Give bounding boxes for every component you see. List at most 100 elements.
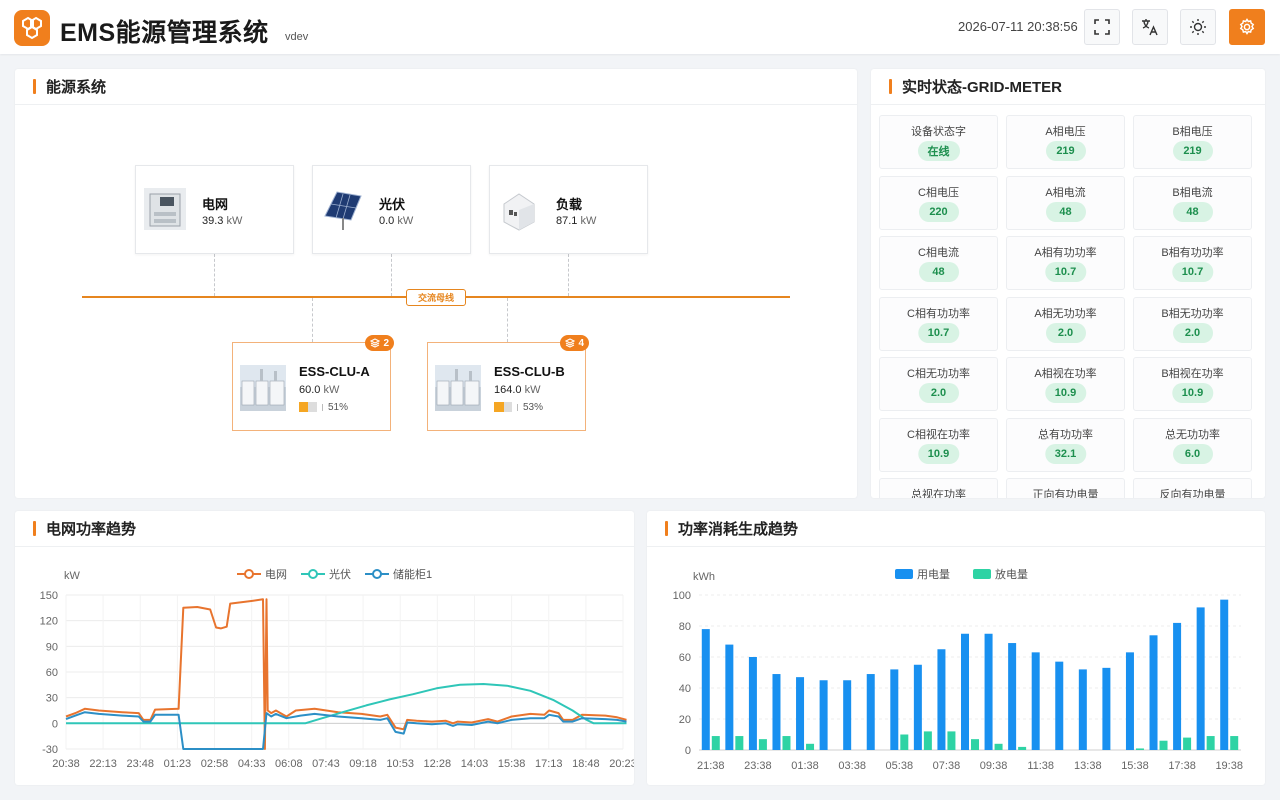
consumption-bar xyxy=(961,633,969,750)
discharge-bar xyxy=(900,734,909,750)
realtime-metric-card: B相电压 219 xyxy=(1133,115,1252,169)
x-tick-label: 19:38 xyxy=(1215,760,1243,772)
realtime-status-header: 实时状态-GRID-METER xyxy=(871,69,1265,105)
metric-value-badge: 10.9 xyxy=(1044,383,1087,403)
metric-value-badge: 2.0 xyxy=(918,383,959,403)
ess-a-soc-fill xyxy=(299,402,309,412)
consumption-bar xyxy=(1078,669,1087,750)
ess-b-cluster-badge[interactable]: 4 xyxy=(560,335,589,351)
realtime-metric-card: A相电流 48 xyxy=(1006,175,1125,230)
x-tick-label: 23:38 xyxy=(744,760,772,772)
x-tick-label: 18:48 xyxy=(572,758,600,770)
consumption-bar xyxy=(772,674,781,750)
title-accent-bar xyxy=(665,521,668,536)
realtime-metric-card: A相无功功率 2.0 xyxy=(1006,296,1125,351)
legend-marker xyxy=(244,569,254,579)
discharge-bar xyxy=(1183,737,1192,750)
x-tick-label: 01:23 xyxy=(164,758,192,770)
load-node-name: 负载 xyxy=(556,197,583,212)
ess-b-soc-text: 53% xyxy=(523,402,544,413)
title-accent-bar xyxy=(33,521,36,536)
discharge-bar xyxy=(923,731,932,750)
y-tick-label: 60 xyxy=(46,667,58,679)
realtime-metric-card: 正向有功电量 xyxy=(1006,478,1125,498)
ess-a-cluster-badge[interactable]: 2 xyxy=(365,335,394,351)
realtime-metric-card: 总有功功率 32.1 xyxy=(1006,417,1125,472)
ess-a-badge-count: 2 xyxy=(383,337,389,349)
soc-separator xyxy=(517,404,518,411)
realtime-metric-card: 设备状态字 在线 xyxy=(879,115,998,169)
discharge-bar xyxy=(971,739,979,750)
metric-label: A相无功功率 xyxy=(1034,307,1097,320)
y-axis-label: kW xyxy=(64,570,81,582)
metric-label: B相电压 xyxy=(1172,126,1213,138)
ess-node-a[interactable]: ESS-CLU-A 60.0 kW 51% 2 xyxy=(232,335,394,431)
discharge-bar xyxy=(1206,736,1215,750)
x-tick-label: 09:18 xyxy=(349,758,377,770)
ess-b-name: ESS-CLU-B xyxy=(494,364,565,379)
settings-button[interactable] xyxy=(1229,9,1265,45)
metric-label: B相电流 xyxy=(1172,186,1213,199)
x-tick-label: 13:38 xyxy=(1074,760,1102,772)
x-tick-label: 22:13 xyxy=(89,758,117,770)
grid-power-line-chart: -30 0 30 60 90 120 150 20:38 22:13 23:48 01:23 02:5… xyxy=(40,567,634,770)
y-tick-label: 80 xyxy=(679,621,691,633)
series-line-1 xyxy=(65,598,627,750)
solar-panel-icon xyxy=(324,191,362,230)
app-version: vdev xyxy=(285,31,309,43)
grid-node[interactable]: 电网 39.3 kW xyxy=(135,165,294,254)
realtime-metric-card: C相视在功率 10.9 xyxy=(879,417,998,472)
metric-label: 总有功功率 xyxy=(1038,428,1093,441)
translate-icon xyxy=(1142,19,1158,36)
discharge-bar xyxy=(1159,740,1168,750)
connector-line xyxy=(568,254,569,296)
pv-node[interactable]: 光伏 0.0 kW xyxy=(312,165,471,254)
x-tick-label: 11:38 xyxy=(1027,760,1054,772)
y-tick-label: -30 xyxy=(42,744,58,756)
y-axis-label: kWh xyxy=(693,571,715,583)
soc-separator xyxy=(322,404,323,411)
logo-icon xyxy=(14,10,50,46)
series-line-3 xyxy=(65,711,627,750)
consumption-bar xyxy=(1125,652,1134,750)
metric-label: C相有功功率 xyxy=(907,307,970,320)
metric-label: B相有功功率 xyxy=(1161,247,1224,259)
consumption-bar xyxy=(1149,635,1158,750)
fullscreen-button[interactable] xyxy=(1084,9,1120,45)
consumption-bar xyxy=(843,680,852,750)
legend-marker xyxy=(372,569,382,579)
house-load-icon xyxy=(503,193,535,231)
discharge-bar xyxy=(758,739,767,750)
metric-value-badge: 2.0 xyxy=(1172,322,1213,343)
discharge-bar xyxy=(994,743,1003,750)
realtime-metric-card: 总无功功率 6.0 xyxy=(1133,417,1252,472)
discharge-bar xyxy=(735,736,744,750)
y-tick-label: 90 xyxy=(46,641,58,653)
realtime-metric-card: B相电流 48 xyxy=(1133,175,1252,230)
metric-label: 总无功功率 xyxy=(1165,428,1220,441)
x-tick-label: 15:38 xyxy=(1121,760,1149,772)
theme-toggle-button[interactable] xyxy=(1180,9,1216,45)
power-consumption-panel: 功率消耗生成趋势 0 20 40 60 80 100 kWh 用电量 放电量 21:38 23:38… xyxy=(647,511,1265,785)
app-title: EMS能源管理系统 xyxy=(60,19,269,47)
ess-node-b[interactable]: ESS-CLU-B 164.0 kW 53% 4 xyxy=(427,335,589,431)
metric-label: B相无功功率 xyxy=(1161,307,1224,320)
consumption-bar xyxy=(748,657,757,750)
discharge-bar xyxy=(1135,748,1144,750)
discharge-bar xyxy=(782,736,791,750)
ac-bus-label: 交流母线 xyxy=(406,289,466,306)
load-node[interactable]: 负载 87.1 kW xyxy=(489,165,648,254)
ess-a-soc-text: 51% xyxy=(328,402,349,413)
translate-button[interactable] xyxy=(1132,9,1168,45)
metric-value-badge: 32.1 xyxy=(1044,443,1087,464)
metric-label: C相无功功率 xyxy=(907,368,970,380)
y-tick-label: 20 xyxy=(679,714,691,726)
realtime-metric-card: B相无功功率 2.0 xyxy=(1133,296,1252,351)
metric-label: 反向有功电量 xyxy=(1159,489,1226,498)
legend-swatch xyxy=(973,569,991,579)
x-tick-label: 15:38 xyxy=(498,758,526,770)
consumption-bar xyxy=(866,674,875,750)
legend-label: 储能柜1 xyxy=(393,567,432,581)
grid-meter-icon xyxy=(144,188,186,230)
ess-a-value: 60.0 kW xyxy=(299,384,340,396)
